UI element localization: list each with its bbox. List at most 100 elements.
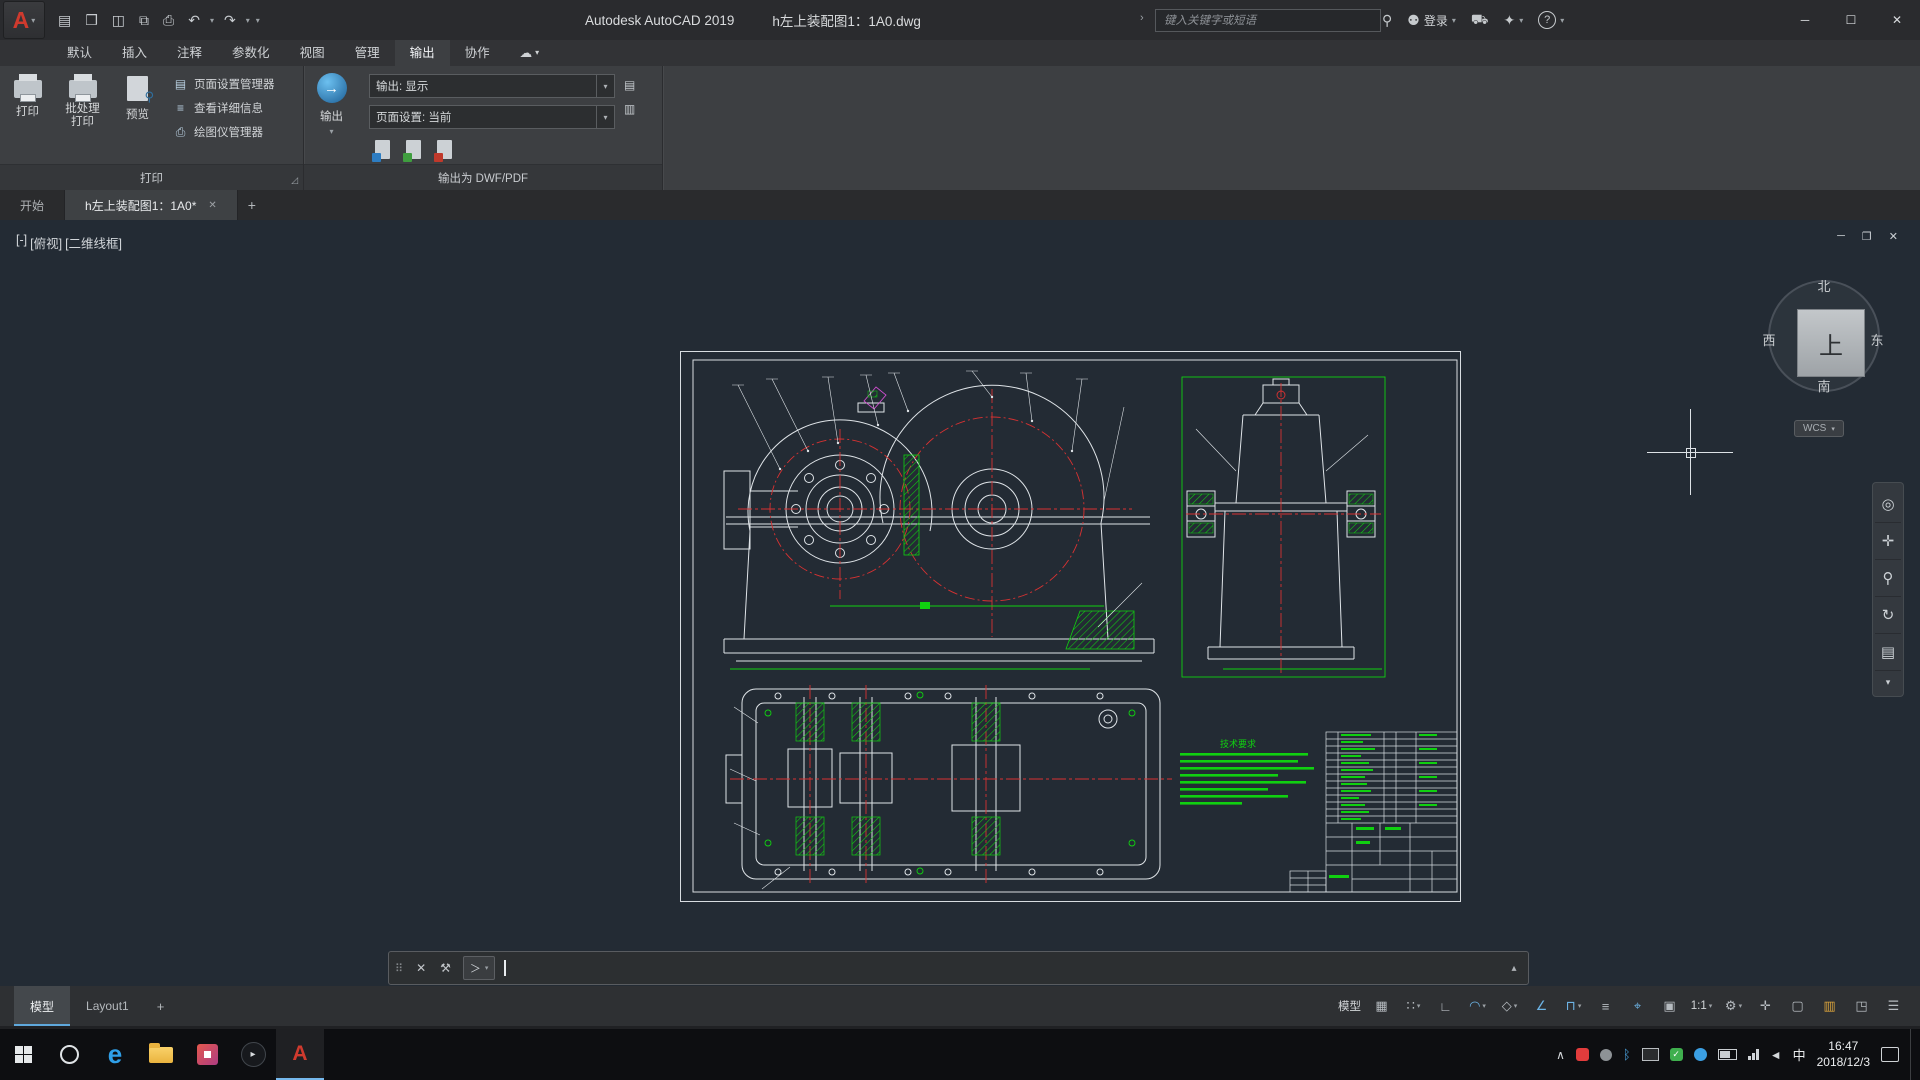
compass-east-label[interactable]: 东 — [1864, 330, 1890, 349]
model-space-button[interactable]: 模型 — [1335, 992, 1364, 1020]
undo-dropdown-icon[interactable]: ▾ — [207, 16, 217, 25]
export-button[interactable]: → 输出 ▾ — [304, 66, 359, 164]
export-panel-title[interactable]: 输出为 DWF/PDF — [304, 164, 662, 190]
plot-icon[interactable]: ⎙ — [156, 12, 181, 29]
view-direction-button[interactable]: [俯视] — [30, 233, 62, 252]
file-tab-drawing[interactable]: h左上装配图1：1A0* ✕ — [65, 190, 238, 220]
ribbon-tab-manage[interactable]: 管理 — [340, 40, 395, 66]
taskbar-app-explorer[interactable] — [138, 1029, 184, 1080]
dynamic-input-toggle[interactable]: ⌖ — [1623, 992, 1652, 1020]
drawing-sheet[interactable]: 技术要求 — [680, 351, 1461, 902]
compass-west-label[interactable]: 西 — [1756, 330, 1782, 349]
selection-cycling-toggle[interactable]: ▣ — [1655, 992, 1684, 1020]
object-snap-toggle[interactable]: ⊓▾ — [1559, 992, 1588, 1020]
start-button[interactable] — [0, 1029, 46, 1080]
tray-display-icon[interactable] — [1642, 1048, 1659, 1061]
page-setup-manager-button[interactable]: ▤ 页面设置管理器 — [173, 76, 275, 92]
action-center-icon[interactable] — [1881, 1047, 1899, 1062]
side-view[interactable] — [1182, 377, 1385, 677]
showmotion-icon[interactable]: ▤ — [1875, 634, 1901, 671]
tray-shield-icon[interactable]: ✓ — [1670, 1048, 1683, 1061]
doc-close-button[interactable]: ✕ — [1889, 230, 1898, 243]
orbit-icon[interactable]: ↻ — [1875, 597, 1901, 634]
application-menu-button[interactable]: A ▾ — [3, 1, 45, 39]
redo-icon[interactable]: ↷ — [217, 12, 243, 29]
undo-icon[interactable]: ↶ — [181, 12, 207, 29]
ime-indicator[interactable]: 中 — [1793, 1045, 1806, 1064]
doc-minimize-button[interactable]: ─ — [1837, 230, 1845, 243]
command-grip-icon[interactable]: ⠿ — [389, 962, 409, 975]
combo-arrow-icon[interactable]: ▾ — [596, 75, 614, 97]
viewcube-top-face[interactable]: 上 — [1797, 309, 1865, 377]
taskbar-app-autocad[interactable]: A — [276, 1029, 324, 1080]
command-input[interactable] — [495, 952, 1500, 984]
combo-arrow-icon[interactable]: ▾ — [596, 106, 614, 128]
plot-button[interactable]: 打印 — [0, 66, 55, 164]
redo-dropdown-icon[interactable]: ▾ — [243, 16, 253, 25]
viewport-menu-button[interactable]: [-] — [16, 233, 27, 252]
new-layout-button[interactable]: + — [145, 986, 177, 1026]
model-space-canvas[interactable]: [-] [俯视] [二维线框] ─ ❐ ✕ 北 南 西 东 上 WCS ▾ — [0, 220, 1920, 986]
annotation-monitor-toggle[interactable]: ✛ — [1751, 992, 1780, 1020]
layout-tab-layout1[interactable]: Layout1 — [70, 986, 145, 1026]
app-store-cart-icon[interactable]: ⛟ — [1471, 11, 1489, 30]
pan-icon[interactable]: ✛ — [1875, 523, 1901, 560]
annotation-scale-button[interactable]: 1:1▾ — [1687, 992, 1716, 1020]
ribbon-tab-parametric[interactable]: 参数化 — [217, 40, 285, 66]
plot-panel-title[interactable]: 打印 ◿ — [0, 164, 303, 190]
doc-restore-button[interactable]: ❐ — [1862, 230, 1872, 243]
plotter-manager-button[interactable]: ⎙ 绘图仪管理器 — [173, 124, 275, 140]
export-pdf-icon[interactable] — [437, 140, 452, 159]
polar-tracking-toggle[interactable]: ◠▾ — [1463, 992, 1492, 1020]
isolate-objects-button[interactable]: ▢ — [1783, 992, 1812, 1020]
workspace-switching-button[interactable]: ⚙▾ — [1719, 992, 1748, 1020]
export-target-combo[interactable]: 输出: 显示 ▾ — [369, 74, 615, 98]
taskbar-app-game[interactable]: ▸ — [230, 1029, 276, 1080]
object-snap-tracking-toggle[interactable]: ∠ — [1527, 992, 1556, 1020]
open-icon[interactable]: ❒ — [78, 12, 105, 29]
command-close-icon[interactable]: ✕ — [409, 961, 433, 975]
cortana-search-button[interactable] — [46, 1029, 92, 1080]
dialog-launcher-icon[interactable]: ◿ — [291, 175, 298, 186]
volume-icon[interactable]: ◄ — [1770, 1048, 1782, 1062]
ribbon-tab-view[interactable]: 视图 — [285, 40, 340, 66]
sign-in-button[interactable]: ⚉ 登录 ▾ — [1407, 12, 1456, 29]
front-view[interactable] — [724, 371, 1154, 669]
clock[interactable]: 16:47 2018/12/3 — [1817, 1039, 1870, 1070]
search-input[interactable] — [1162, 14, 1374, 28]
wcs-dropdown[interactable]: WCS ▾ — [1794, 420, 1844, 437]
command-history-button[interactable]: ▴ — [1500, 963, 1528, 974]
ribbon-tab-output[interactable]: 输出 — [395, 40, 450, 66]
compass-south-label[interactable]: 南 — [1811, 376, 1837, 395]
zoom-icon[interactable]: ⚲ — [1875, 560, 1901, 597]
export-dwf-icon[interactable] — [375, 140, 390, 159]
technical-requirements[interactable]: 技术要求 — [1180, 738, 1314, 805]
featured-apps-button[interactable]: ☁ ▾ — [505, 40, 555, 66]
preview-dwf-icon[interactable]: ▤ — [624, 78, 635, 92]
ribbon-tab-default[interactable]: 默认 — [52, 40, 107, 66]
taskbar-app-edge[interactable]: e — [92, 1029, 138, 1080]
page-setup-combo[interactable]: 页面设置: 当前 ▾ — [369, 105, 615, 129]
ribbon-tab-annotate[interactable]: 注释 — [162, 40, 217, 66]
minimize-button[interactable]: ─ — [1782, 0, 1828, 40]
new-icon[interactable]: ▤ — [51, 12, 78, 29]
network-icon[interactable] — [1748, 1049, 1759, 1060]
view-details-button[interactable]: ≡ 查看详细信息 — [173, 100, 275, 116]
layout-tab-model[interactable]: 模型 — [14, 986, 70, 1026]
file-tab-start[interactable]: 开始 — [0, 190, 65, 220]
ribbon-tab-insert[interactable]: 插入 — [107, 40, 162, 66]
ribbon-tab-collaborate[interactable]: 协作 — [450, 40, 505, 66]
qat-customize-icon[interactable]: ▾ — [253, 16, 263, 25]
batch-plot-button[interactable]: 批处理 打印 — [55, 66, 110, 164]
command-line[interactable]: ⠿ ✕ ⚒ ＞ ▾ ▴ — [388, 951, 1529, 985]
tray-mouse-icon[interactable] — [1600, 1049, 1612, 1061]
parts-list-table[interactable] — [1290, 732, 1457, 892]
save-as-icon[interactable]: ⧉ — [132, 12, 156, 29]
graphics-performance-button[interactable]: ▥ — [1815, 992, 1844, 1020]
show-desktop-button[interactable] — [1910, 1029, 1916, 1080]
tray-app-icon-red[interactable] — [1576, 1048, 1589, 1061]
snap-mode-toggle[interactable]: ∷▾ — [1399, 992, 1428, 1020]
infocenter-search[interactable] — [1155, 9, 1381, 32]
taskbar-app-store[interactable] — [184, 1029, 230, 1080]
help-button[interactable]: ? ▾ — [1538, 11, 1564, 29]
